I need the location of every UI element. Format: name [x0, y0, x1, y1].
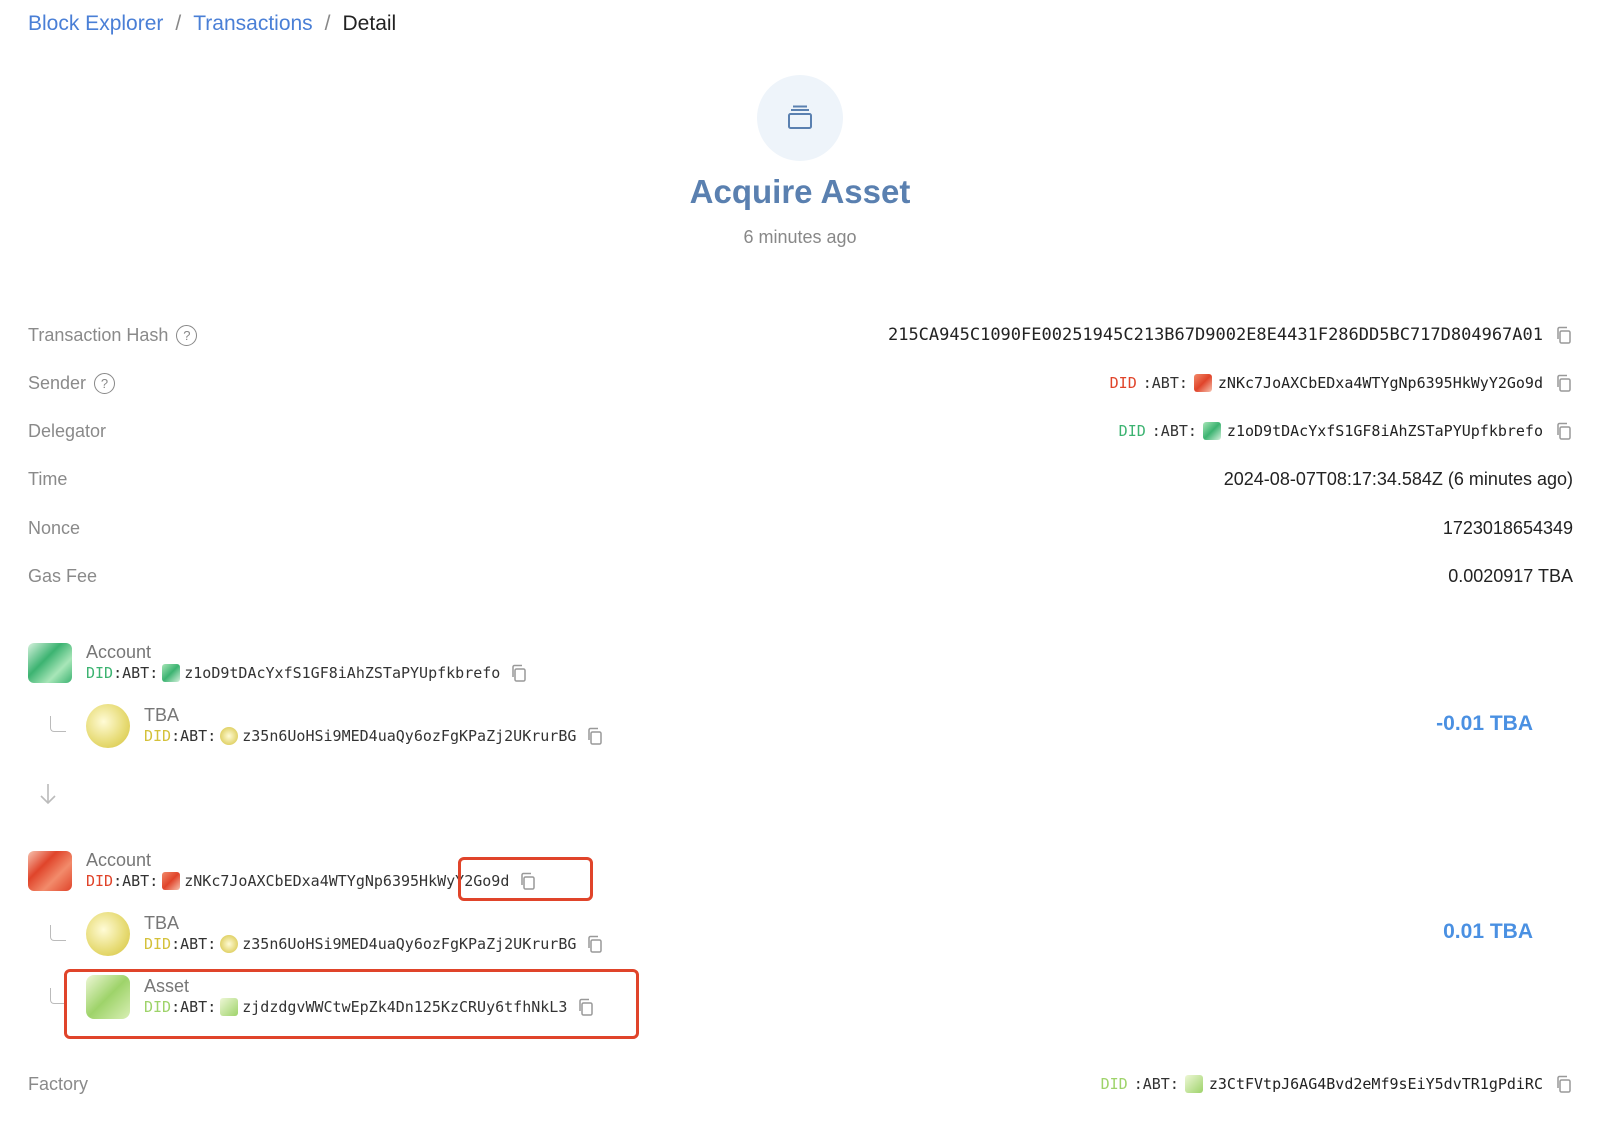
highlight-box [458, 857, 593, 901]
tx-hash: 215CA945C1090FE00251945C213B67D9002E8E44… [887, 325, 1543, 345]
token-address: z35n6UoHSi9MED4uaQy6ozFgKPaZj2UKrurBG [242, 727, 577, 745]
label-nonce: Nonce [28, 517, 81, 538]
value-time: 2024-08-07T08:17:34.584Z (6 minutes ago) [1223, 468, 1573, 489]
tx-type-icon-wrap [757, 75, 843, 161]
to-token: TBA DID:ABT: z35n6UoHSi9MED4uaQy6ozFgKPa… [86, 912, 604, 956]
copy-icon[interactable] [1555, 326, 1573, 344]
token-type-label: TBA [144, 705, 180, 725]
from-token: TBA DID:ABT: z35n6UoHSi9MED4uaQy6ozFgKPa… [86, 704, 604, 748]
label-time: Time [28, 468, 68, 489]
to-token-amount: 0.01 TBA [1443, 920, 1533, 943]
avatar [28, 643, 72, 683]
label-transaction-hash: Transaction Hash ? [28, 324, 198, 346]
avatar [28, 851, 72, 891]
label-text: Delegator [28, 420, 107, 441]
value-delegator[interactable]: DID :ABT: z1oD9tDAcYxfS1GF8iAhZSTaPYUpfkb… [1119, 422, 1573, 440]
avatar [1193, 374, 1212, 392]
factory-address: z3CtFVtpJ6AG4Bvd2eMf9sEiY5dvTR1gPdiRC [1208, 1075, 1543, 1093]
token-address: z35n6UoHSi9MED4uaQy6ozFgKPaZj2UKrurBG [242, 935, 577, 953]
did-abt: :ABT: [113, 664, 159, 682]
token-type-label: TBA [144, 913, 180, 933]
breadcrumb-block-explorer[interactable]: Block Explorer [28, 12, 163, 36]
copy-icon[interactable] [1555, 374, 1573, 392]
account-did[interactable]: DID:ABT: z1oD9tDAcYxfS1GF8iAhZSTaPYUpfkb… [86, 662, 528, 684]
token-did[interactable]: DID:ABT: z35n6UoHSi9MED4uaQy6ozFgKPaZj2U… [144, 725, 604, 747]
breadcrumb: Block Explorer / Transactions / Detail [28, 12, 396, 36]
arrow-down-icon [40, 784, 56, 805]
did-prefix: DID [1118, 422, 1146, 440]
stack-icon [788, 105, 812, 129]
did-prefix: DID [144, 935, 172, 953]
did-prefix: DID [86, 872, 114, 890]
row-factory: Factory DID :ABT: z3CtFVtpJ6AG4Bvd2eMf9sE… [28, 1069, 1573, 1099]
row-transaction-hash: Transaction Hash ? 215CA945C1090FE002519… [28, 320, 1573, 350]
avatar [1202, 422, 1221, 440]
help-icon[interactable]: ? [94, 372, 116, 394]
did-prefix: DID [1100, 1075, 1128, 1093]
avatar [162, 872, 181, 890]
avatar [1184, 1075, 1203, 1093]
breadcrumb-separator: / [175, 12, 182, 35]
avatar [220, 935, 239, 953]
account-address: z1oD9tDAcYxfS1GF8iAhZSTaPYUpfkbrefo [184, 664, 501, 682]
copy-icon[interactable] [586, 727, 604, 745]
did-abt: :ABT: [1151, 422, 1197, 440]
row-gas-fee: Gas Fee 0.0020917 TBA [28, 561, 1573, 591]
from-account: Account DID:ABT: z1oD9tDAcYxfS1GF8iAhZST… [28, 642, 528, 684]
copy-icon[interactable] [586, 935, 604, 953]
did-abt: :ABT: [1142, 374, 1188, 392]
value-transaction-hash: 215CA945C1090FE00251945C213B67D9002E8E44… [888, 325, 1573, 345]
help-icon[interactable]: ? [176, 324, 198, 346]
did-abt: :ABT: [171, 727, 217, 745]
token-avatar [86, 704, 130, 748]
value-sender[interactable]: DID :ABT: zNKc7JoAXCbEDxa4WTYgNp6395HkWyY… [1110, 374, 1573, 392]
did-prefix: DID [86, 664, 114, 682]
highlight-box [64, 969, 639, 1039]
row-delegator: Delegator DID :ABT: z1oD9tDAcYxfS1GF8iAhZ… [28, 416, 1573, 446]
breadcrumb-transactions[interactable]: Transactions [193, 12, 312, 36]
breadcrumb-separator: / [324, 12, 331, 35]
branch-connector [50, 716, 66, 732]
copy-icon[interactable] [1555, 422, 1573, 440]
label-delegator: Delegator [28, 421, 106, 442]
did-abt: :ABT: [1133, 1075, 1179, 1093]
label-text: Transaction Hash [28, 324, 169, 345]
branch-connector [50, 925, 66, 941]
row-time: Time 2024-08-07T08:17:34.584Z (6 minutes… [28, 464, 1573, 494]
token-did[interactable]: DID:ABT: z35n6UoHSi9MED4uaQy6ozFgKPaZj2U… [144, 933, 604, 955]
copy-icon[interactable] [1555, 1075, 1573, 1093]
label-text: Sender [28, 372, 87, 393]
row-nonce: Nonce 1723018654349 [28, 513, 1573, 543]
avatar [162, 664, 181, 682]
breadcrumb-detail: Detail [342, 12, 397, 35]
label-factory: Factory [28, 1073, 89, 1094]
did-prefix: DID [1109, 374, 1137, 392]
page-title: Acquire Asset [689, 173, 911, 210]
row-sender: Sender ? DID :ABT: zNKc7JoAXCbEDxa4WTYgNp… [28, 368, 1573, 398]
page-subtitle: 6 minutes ago [743, 227, 857, 247]
value-nonce: 1723018654349 [1442, 517, 1573, 538]
avatar [220, 727, 239, 745]
label-gas-fee: Gas Fee [28, 565, 98, 586]
did-prefix: DID [144, 727, 172, 745]
token-avatar [86, 912, 130, 956]
account-type-label: Account [86, 642, 152, 662]
from-token-amount: -0.01 TBA [1436, 712, 1533, 735]
value-factory[interactable]: DID :ABT: z3CtFVtpJ6AG4Bvd2eMf9sEiY5dvTR1… [1101, 1075, 1573, 1093]
did-abt: :ABT: [113, 872, 159, 890]
value-gas-fee: 0.0020917 TBA [1448, 565, 1573, 586]
label-sender: Sender ? [28, 372, 116, 394]
copy-icon[interactable] [510, 664, 528, 682]
delegator-address: z1oD9tDAcYxfS1GF8iAhZSTaPYUpfkbrefo [1226, 422, 1543, 440]
did-abt: :ABT: [171, 935, 217, 953]
sender-address: zNKc7JoAXCbEDxa4WTYgNp6395HkWyY2Go9d [1217, 374, 1543, 392]
